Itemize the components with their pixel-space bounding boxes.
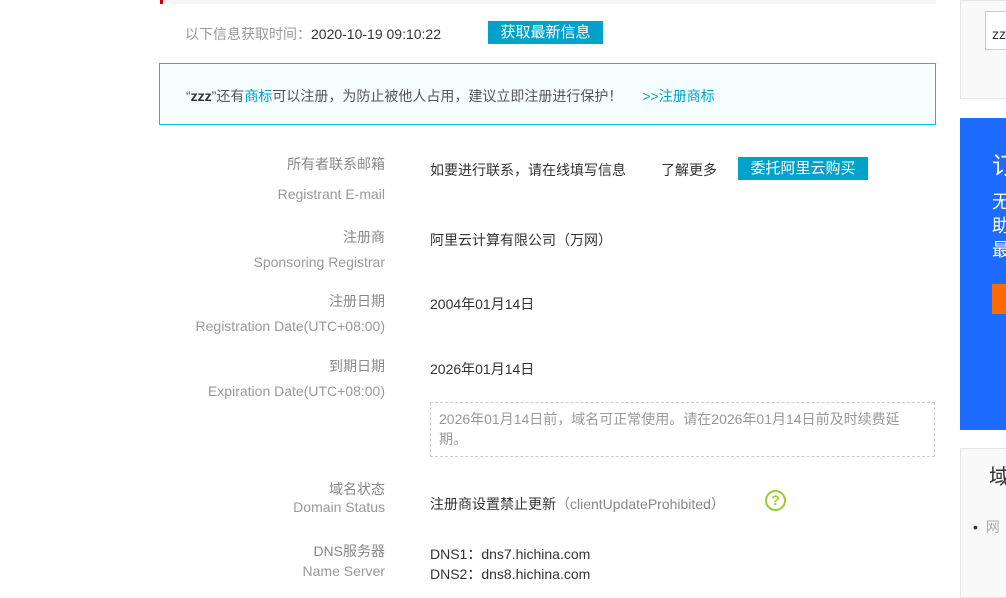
trademark-notice: “zzz”还有商标可以注册，为防止被他人占用，建议立即注册进行保护！ >>注册商标	[159, 63, 936, 125]
fetch-time: 2020-10-19 09:10:22	[311, 26, 441, 42]
fetch-label: 以下信息获取时间：	[185, 26, 311, 42]
help-icon[interactable]: ?	[765, 490, 786, 511]
sidebar-info-panel: 域 • 网	[960, 448, 1006, 598]
registration-date-value: 2004年01月14日	[430, 296, 535, 312]
learn-more-link[interactable]: 了解更多	[661, 160, 717, 180]
registrar-label: 注册商 Sponsoring Registrar	[253, 229, 385, 270]
fetch-time-line: 以下信息获取时间：2020-10-19 09:10:22	[185, 24, 441, 44]
promo-title: 订	[992, 153, 1006, 180]
sidebar-search-input[interactable]: zzz	[985, 11, 1006, 50]
registrar-value: 阿里云计算有限公司（万网）	[430, 232, 612, 248]
register-trademark-link[interactable]: >>注册商标	[642, 88, 714, 104]
top-bar	[160, 0, 936, 4]
notice-text: ”还有	[211, 88, 245, 104]
expiration-date-label: 到期日期 Expiration Date(UTC+08:00)	[207, 358, 385, 399]
trademark-link[interactable]: 商标	[244, 88, 272, 104]
registration-date-label: 注册日期 Registration Date(UTC+08:00)	[195, 293, 385, 334]
list-item[interactable]: • 网	[973, 517, 1000, 537]
refresh-button[interactable]: 获取最新信息	[488, 21, 603, 44]
expiration-date-value: 2026年01月14日	[430, 361, 535, 377]
domain-status-label: 域名状态 Domain Status	[293, 481, 385, 515]
email-label: 所有者联系邮箱 Registrant E-mail	[277, 156, 385, 202]
domain-status-value: 注册商设置禁止更新（clientUpdateProhibited）	[430, 496, 725, 512]
top-marker	[160, 0, 163, 4]
domain-name: zzz	[190, 88, 212, 104]
buy-button[interactable]: 委托阿里云购买	[738, 157, 868, 180]
notice-text: 可以注册，为防止被他人占用，建议立即注册进行保护！	[272, 88, 623, 104]
name-server-label: DNS服务器 Name Server	[302, 543, 385, 579]
expiration-tip: 2026年01月14日前，域名可正常使用。请在2026年01月14日前及时续费延…	[430, 402, 935, 457]
contact-link[interactable]: 如要进行联系，请在线填写信息	[430, 160, 626, 180]
promo-panel: 订无助最	[960, 118, 1006, 430]
sidebar-search-panel: zzz	[960, 0, 1006, 99]
promo-desc: 无助最	[992, 192, 1006, 260]
panel-title: 域	[989, 461, 1006, 491]
name-server-value: DNS1：dns7.hichina.com DNS2：dns8.hichina.c…	[430, 546, 591, 582]
promo-button[interactable]	[992, 284, 1006, 314]
